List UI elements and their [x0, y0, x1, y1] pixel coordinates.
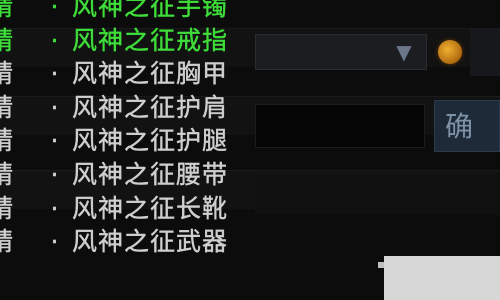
equipment-list: 精 · 风神之征手镯 精 · 风神之征戒指 精 · 风神之征胸甲 精 · 风神之征护肩 精 · 风神…: [0, 0, 270, 259]
item-separator: ·: [50, 159, 60, 189]
item-quality-prefix: 精: [0, 227, 15, 257]
item-quality-prefix: 精: [0, 126, 15, 156]
item-separator: ·: [50, 25, 60, 55]
list-item[interactable]: 精 · 风神之征腰带: [0, 158, 270, 192]
item-name: 风神之征护腿: [72, 126, 229, 156]
background-strip: [255, 175, 500, 215]
item-name: 风神之征胸甲: [72, 59, 229, 89]
item-name: 风神之征腰带: [72, 159, 229, 189]
list-item[interactable]: 精 · 风神之征手镯: [0, 0, 270, 24]
item-name: 风神之征武器: [72, 227, 229, 257]
item-name: 风神之征手镯: [72, 0, 229, 21]
item-separator: ·: [50, 126, 60, 156]
item-quality-prefix: 精: [0, 59, 15, 89]
right-panel: [470, 28, 500, 76]
item-quality-prefix: 精: [0, 0, 15, 21]
list-item[interactable]: 精 · 风神之征长靴: [0, 192, 270, 226]
chevron-down-icon[interactable]: ▼: [386, 36, 422, 68]
confirm-button[interactable]: 确: [434, 100, 500, 152]
list-item[interactable]: 精 · 风神之征护肩: [0, 91, 270, 125]
item-quality-prefix: 精: [0, 159, 15, 189]
item-quality-prefix: 精: [0, 193, 15, 223]
item-separator: ·: [50, 59, 60, 89]
item-name: 风神之征长靴: [72, 193, 229, 223]
item-name: 风神之征戒指: [72, 25, 229, 55]
item-name: 风神之征护肩: [72, 92, 229, 122]
input-field[interactable]: [255, 104, 425, 148]
item-separator: ·: [50, 227, 60, 257]
item-quality-prefix: 精: [0, 25, 15, 55]
coin-icon: [438, 40, 462, 64]
item-separator: ·: [50, 92, 60, 122]
list-item[interactable]: 精 · 风神之征戒指: [0, 24, 270, 58]
item-separator: ·: [50, 193, 60, 223]
list-item[interactable]: 精 · 风神之征胸甲: [0, 57, 270, 91]
item-separator: ·: [50, 0, 60, 21]
item-quality-prefix: 精: [0, 92, 15, 122]
list-item[interactable]: 精 · 风神之征护腿: [0, 124, 270, 158]
list-item[interactable]: 精 · 风神之征武器: [0, 225, 270, 259]
game-screen: ▼ 确 精 · 风神之征手镯 精 · 风神之征戒指 精 · 风神之征胸甲 精 · 风神之征护肩 …: [0, 0, 500, 300]
bottom-panel: [384, 256, 500, 300]
